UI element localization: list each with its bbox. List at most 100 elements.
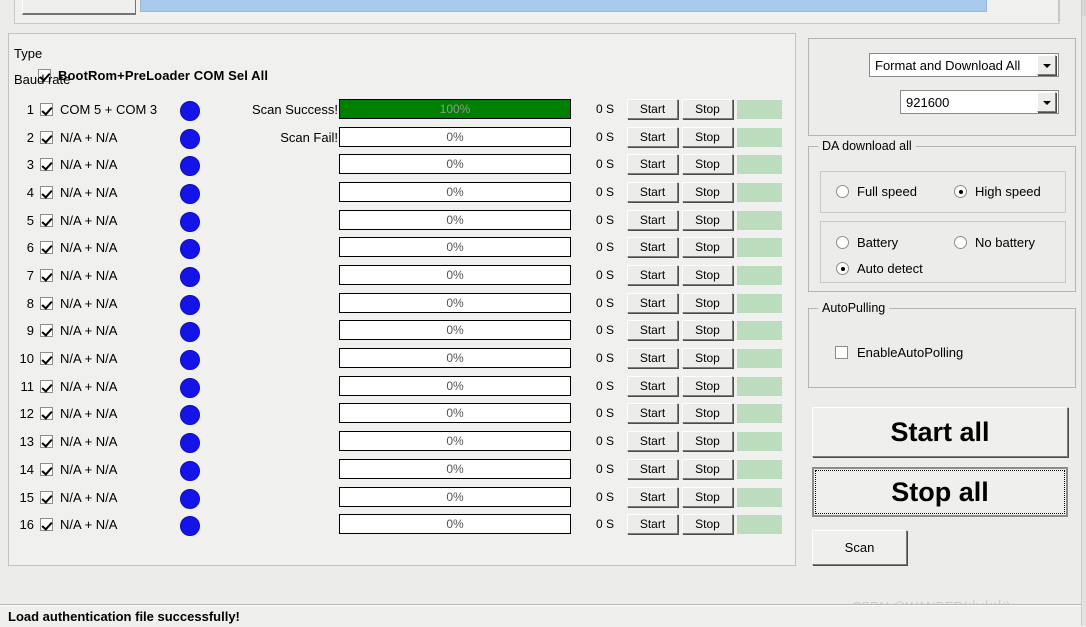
row-start-button[interactable]: Start <box>627 237 678 258</box>
row-select-checkbox[interactable] <box>40 352 53 366</box>
row-select-checkbox[interactable] <box>40 103 53 116</box>
row-select-checkbox[interactable] <box>40 462 53 476</box>
row-start-button[interactable]: Start <box>627 209 678 230</box>
row-stop-button[interactable]: Stop <box>682 265 733 286</box>
row-port-label: N/A + N/A <box>60 406 118 422</box>
row-state-cell <box>737 238 782 258</box>
radio-indicator[interactable] <box>836 185 849 198</box>
chevron-down-icon[interactable] <box>1037 55 1056 75</box>
baud-rate-combobox[interactable]: 921600 <box>900 90 1059 114</box>
scan-button[interactable]: Scan <box>812 530 907 565</box>
row-state-cell <box>737 404 782 424</box>
stop-all-button[interactable]: Stop all <box>812 467 1068 517</box>
row-start-button[interactable]: Start <box>627 265 678 286</box>
row-stop-button[interactable]: Stop <box>682 126 733 147</box>
table-row: 5 N/A + N/A 0% 0 S Start Stop <box>0 209 790 234</box>
radio-battery[interactable]: Battery <box>836 235 898 250</box>
row-start-button[interactable]: Start <box>627 99 678 119</box>
row-elapsed-seconds: 0 S <box>595 129 614 144</box>
row-stop-button[interactable]: Stop <box>682 237 733 258</box>
row-stop-button[interactable]: Stop <box>682 99 733 119</box>
row-stop-button[interactable]: Stop <box>682 154 733 175</box>
row-select-checkbox[interactable] <box>40 130 53 144</box>
radio-auto-detect[interactable]: Auto detect <box>836 261 923 276</box>
row-stop-button[interactable]: Stop <box>682 403 733 424</box>
row-progress-text: 0% <box>446 323 464 338</box>
row-stop-button[interactable]: Stop <box>682 375 733 396</box>
row-select-checkbox[interactable] <box>40 435 53 449</box>
status-dot-icon <box>180 460 200 481</box>
radio-indicator[interactable] <box>836 262 849 275</box>
row-start-button[interactable]: Start <box>627 348 678 369</box>
row-progress-bar: 0% <box>339 265 571 286</box>
row-stop-button[interactable]: Stop <box>682 514 733 535</box>
row-stop-button[interactable]: Stop <box>682 486 733 507</box>
row-start-button[interactable]: Start <box>627 486 678 507</box>
row-select-checkbox[interactable] <box>40 490 53 504</box>
chevron-down-icon[interactable] <box>1037 92 1056 112</box>
row-stop-button[interactable]: Stop <box>682 458 733 479</box>
radio-high-speed[interactable]: High speed <box>954 184 1041 199</box>
row-start-button[interactable]: Start <box>627 182 678 203</box>
table-row: 9 N/A + N/A 0% 0 S Start Stop <box>0 320 790 344</box>
type-combobox[interactable]: Format and Download All <box>869 53 1059 77</box>
row-start-button[interactable]: Start <box>627 458 678 479</box>
row-select-checkbox[interactable] <box>40 186 53 200</box>
row-stop-button[interactable]: Stop <box>682 182 733 203</box>
row-state-cell <box>737 349 782 369</box>
row-port-label: N/A + N/A <box>60 378 118 394</box>
row-select-checkbox[interactable] <box>40 379 53 393</box>
row-start-button[interactable]: Start <box>627 154 678 175</box>
row-progress-text: 0% <box>446 351 464 366</box>
row-start-button[interactable]: Start <box>627 514 678 535</box>
row-stop-button[interactable]: Stop <box>682 320 733 341</box>
row-select-checkbox[interactable] <box>40 407 53 421</box>
scrollbar-thumb[interactable] <box>1082 0 1086 16</box>
row-stop-button[interactable]: Stop <box>682 209 733 230</box>
row-progress-bar: 0% <box>339 237 571 258</box>
row-port-label: N/A + N/A <box>60 461 118 477</box>
row-stop-button[interactable]: Stop <box>682 292 733 313</box>
radio-full-speed[interactable]: Full speed <box>836 184 917 199</box>
row-index: 16 <box>19 517 34 533</box>
row-start-button[interactable]: Start <box>627 403 678 424</box>
status-dot-icon <box>180 239 200 260</box>
row-select-checkbox[interactable] <box>40 296 53 310</box>
row-start-button[interactable]: Start <box>627 375 678 396</box>
top-panel-right-edge <box>1058 0 1059 22</box>
row-select-checkbox[interactable] <box>40 241 53 255</box>
row-port-label: N/A + N/A <box>60 323 118 339</box>
row-index: 10 <box>19 351 34 367</box>
row-button-pair: Start Stop <box>627 265 733 286</box>
row-start-button[interactable]: Start <box>627 292 678 313</box>
bootrom-select-all-row[interactable]: BootRom+PreLoader COM Sel All <box>38 68 268 83</box>
row-select-checkbox[interactable] <box>40 518 53 532</box>
start-all-button[interactable]: Start all <box>812 407 1068 457</box>
row-button-pair: Start Stop <box>627 431 733 452</box>
radio-indicator[interactable] <box>836 236 849 249</box>
enable-auto-polling-checkbox[interactable] <box>835 346 848 359</box>
row-state-cell <box>737 100 782 119</box>
top-path-field-selected[interactable] <box>140 0 987 12</box>
row-start-button[interactable]: Start <box>627 431 678 452</box>
row-start-button[interactable]: Start <box>627 320 678 341</box>
row-start-button[interactable]: Start <box>627 126 678 147</box>
radio-indicator[interactable] <box>954 185 967 198</box>
radio-high-speed-label: High speed <box>975 184 1041 199</box>
row-select-checkbox[interactable] <box>40 324 53 338</box>
radio-indicator[interactable] <box>954 236 967 249</box>
row-select-checkbox[interactable] <box>40 269 53 283</box>
radio-no-battery[interactable]: No battery <box>954 235 1035 250</box>
row-select-checkbox[interactable] <box>40 213 53 227</box>
enable-auto-polling-row[interactable]: EnableAutoPolling <box>835 345 963 360</box>
row-stop-button[interactable]: Stop <box>682 348 733 369</box>
row-select-checkbox[interactable] <box>40 158 53 172</box>
top-choose-button[interactable] <box>22 0 136 15</box>
row-index: 4 <box>26 185 34 201</box>
row-elapsed-seconds: 0 S <box>595 461 614 476</box>
row-stop-button[interactable]: Stop <box>682 431 733 452</box>
table-row: 11 N/A + N/A 0% 0 S Start Stop <box>0 375 790 400</box>
status-dot-icon <box>180 184 200 205</box>
window-scrollbar[interactable] <box>1081 0 1086 626</box>
row-scan-label: Scan Fail! <box>280 129 338 145</box>
